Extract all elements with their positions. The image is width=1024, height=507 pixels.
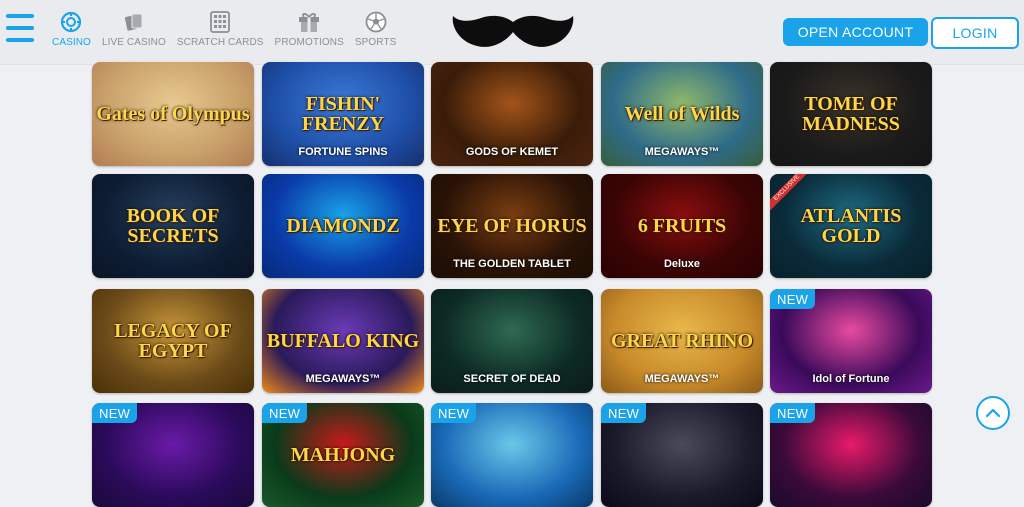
football-icon: [364, 10, 388, 34]
game-title: MAHJONG: [290, 444, 396, 466]
open-account-button[interactable]: OPEN ACCOUNT: [783, 18, 928, 46]
game-tile[interactable]: GREAT RHINO MEGAWAYS™: [601, 289, 763, 393]
game-tile[interactable]: SECRET OF DEAD: [431, 289, 593, 393]
nav-label: SCRATCH CARDS: [176, 37, 264, 48]
nav-label: SPORTS: [354, 37, 397, 48]
game-tile[interactable]: NEW: [770, 403, 932, 507]
game-tile[interactable]: Idol of Fortune NEW: [770, 289, 932, 393]
game-tile[interactable]: BUFFALO KING MEGAWAYS™: [262, 289, 424, 393]
nav-item-sports[interactable]: SPORTS: [355, 10, 397, 48]
scratch-grid-icon: [208, 10, 232, 34]
game-tile[interactable]: Well of Wilds MEGAWAYS™: [601, 62, 763, 166]
game-subtitle: MEGAWAYS™: [305, 373, 381, 385]
new-badge: NEW: [431, 403, 477, 423]
game-subtitle: Idol of Fortune: [812, 373, 890, 385]
gift-box-icon: [297, 10, 321, 34]
main-nav: CASINO LIVE CASINO SCRATCH CARDS PROMOTI…: [52, 10, 407, 48]
game-tile[interactable]: DIAMONDZ: [262, 174, 424, 278]
nav-label: CASINO: [52, 37, 91, 48]
game-tile[interactable]: NEW: [431, 403, 593, 507]
game-subtitle: SECRET OF DEAD: [463, 373, 561, 385]
game-title: EYE OF HORUS: [437, 215, 587, 237]
game-title: BOOK OF SECRETS: [126, 205, 220, 247]
casino-chip-icon: [59, 10, 83, 34]
site-header: CASINO LIVE CASINO SCRATCH CARDS PROMOTI…: [0, 0, 1024, 65]
game-title: Well of Wilds: [624, 103, 740, 125]
chevron-up-icon: [985, 408, 1001, 418]
game-tile[interactable]: TOME OF MADNESS: [770, 62, 932, 166]
game-tile[interactable]: NEW: [601, 403, 763, 507]
login-button[interactable]: LOGIN: [931, 17, 1019, 49]
game-subtitle: Deluxe: [663, 258, 701, 270]
game-tile[interactable]: MAHJONG NEW: [262, 403, 424, 507]
game-title: LEGACY OF EGYPT: [114, 320, 232, 362]
game-tile[interactable]: FISHIN' FRENZY FORTUNE SPINS: [262, 62, 424, 166]
game-tile[interactable]: Gates of Olympus: [92, 62, 254, 166]
nav-item-promotions[interactable]: PROMOTIONS: [275, 10, 344, 48]
new-badge: NEW: [601, 403, 647, 423]
nav-label: PROMOTIONS: [274, 37, 344, 48]
game-subtitle: GODS OF KEMET: [465, 146, 559, 158]
nav-item-casino[interactable]: CASINO: [52, 10, 91, 48]
game-subtitle: MEGAWAYS™: [644, 373, 720, 385]
game-title: 6 FRUITS: [637, 215, 727, 237]
game-tile[interactable]: LEGACY OF EGYPT: [92, 289, 254, 393]
game-tile[interactable]: EYE OF HORUS THE GOLDEN TABLET: [431, 174, 593, 278]
game-tile[interactable]: 6 FRUITS Deluxe: [601, 174, 763, 278]
game-subtitle: MEGAWAYS™: [644, 146, 720, 158]
nav-item-scratch-cards[interactable]: SCRATCH CARDS: [177, 10, 264, 48]
game-title: TOME OF MADNESS: [802, 93, 900, 135]
scroll-to-top-button[interactable]: [976, 396, 1010, 430]
mustache-logo[interactable]: [451, 12, 575, 52]
nav-label: LIVE CASINO: [101, 37, 166, 48]
game-tile[interactable]: BOOK OF SECRETS: [92, 174, 254, 278]
new-badge: NEW: [262, 403, 308, 423]
game-tile[interactable]: ATLANTIS GOLD EXCLUSIVE: [770, 174, 932, 278]
game-title: ATLANTIS GOLD: [800, 205, 902, 247]
game-tile[interactable]: GODS OF KEMET: [431, 62, 593, 166]
game-title: DIAMONDZ: [286, 215, 400, 237]
menu-hamburger-icon[interactable]: [6, 14, 34, 48]
new-badge: NEW: [770, 289, 816, 309]
playing-cards-icon: [122, 10, 146, 34]
new-badge: NEW: [92, 403, 138, 423]
game-title: GREAT RHINO: [610, 330, 754, 352]
new-badge: NEW: [770, 403, 816, 423]
game-subtitle: THE GOLDEN TABLET: [453, 258, 571, 270]
game-tile[interactable]: NEW: [92, 403, 254, 507]
nav-item-live-casino[interactable]: LIVE CASINO: [102, 10, 166, 48]
game-title: FISHIN' FRENZY: [301, 93, 385, 135]
game-subtitle: FORTUNE SPINS: [298, 146, 388, 158]
game-title: Gates of Olympus: [96, 103, 250, 125]
game-title: BUFFALO KING: [266, 330, 420, 352]
